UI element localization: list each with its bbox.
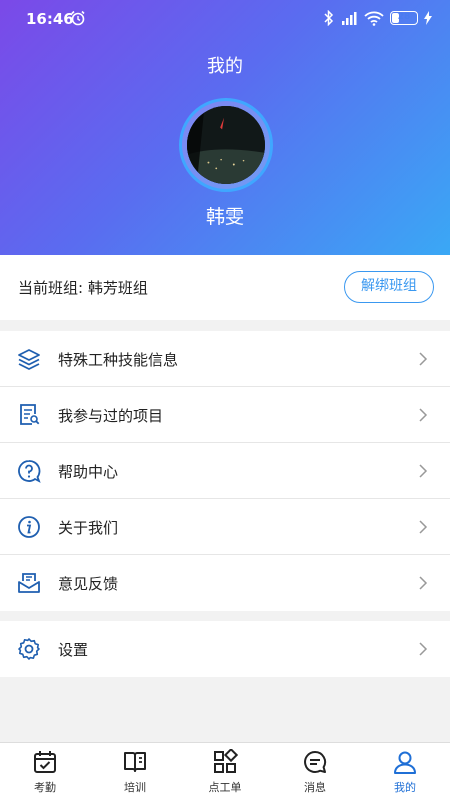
unbind-group-button[interactable]: 解绑班组 — [344, 271, 434, 303]
tab-label: 消息 — [304, 781, 326, 794]
battery-level: 28 — [397, 12, 411, 22]
chat-icon — [304, 750, 327, 773]
user-name: 韩雯 — [205, 206, 244, 228]
info-icon — [18, 516, 40, 538]
tab-label: 培训 — [124, 781, 146, 794]
menu-item-label: 特殊工种技能信息 — [58, 351, 179, 369]
menu-item-label: 帮助中心 — [58, 463, 119, 481]
menu-group-primary: 特殊工种技能信息 我参与过的项目 帮助中心 关于我们 意见反馈 — [0, 331, 450, 611]
chevron-right-icon — [419, 520, 428, 534]
tab-label: 我的 — [394, 781, 416, 794]
menu-item-label: 意见反馈 — [58, 575, 119, 593]
tab-messages[interactable]: 消息 — [270, 743, 360, 800]
cellular-signal-icon — [342, 12, 357, 25]
tab-work-order[interactable]: 点工单 — [180, 743, 270, 800]
gear-icon — [18, 638, 40, 660]
book-icon — [124, 752, 146, 772]
alarm-icon — [71, 10, 85, 26]
calendar-check-icon — [34, 751, 56, 773]
current-group-label: 当前班组: 韩芳班组 — [18, 279, 148, 297]
menu-item-special-skills[interactable]: 特殊工种技能信息 — [0, 331, 450, 387]
chevron-right-icon — [419, 352, 428, 366]
help-icon — [18, 460, 41, 483]
document-search-icon — [20, 404, 40, 425]
chevron-right-icon — [419, 464, 428, 478]
status-icons: 28 — [324, 9, 432, 27]
status-time: 16:46 — [26, 10, 74, 28]
avatar-image — [187, 106, 265, 184]
chevron-right-icon — [419, 576, 428, 590]
menu-item-help-center[interactable]: 帮助中心 — [0, 443, 450, 499]
battery-indicator: 28 — [390, 11, 418, 25]
page-title: 我的 — [207, 56, 243, 77]
avatar[interactable] — [179, 98, 273, 192]
chevron-right-icon — [419, 642, 428, 656]
grid-icon — [214, 749, 238, 773]
charging-icon — [424, 11, 432, 25]
chevron-right-icon — [419, 408, 428, 422]
menu-item-label: 关于我们 — [58, 519, 119, 537]
menu-item-label: 我参与过的项目 — [58, 407, 164, 425]
tab-label: 考勤 — [34, 781, 56, 794]
menu-item-label: 设置 — [58, 641, 89, 659]
bottom-tab-bar: 考勤 培训 点工单 消息 我的 — [0, 742, 450, 800]
tab-training[interactable]: 培训 — [90, 743, 180, 800]
menu-item-about-us[interactable]: 关于我们 — [0, 499, 450, 555]
menu-item-my-projects[interactable]: 我参与过的项目 — [0, 387, 450, 443]
tab-label: 点工单 — [208, 781, 242, 794]
avatar-photo — [187, 106, 265, 184]
tab-mine[interactable]: 我的 — [360, 743, 450, 800]
menu-item-settings[interactable]: 设置 — [0, 621, 450, 677]
profile-header: 16:46 28 我的 韩雯 — [0, 0, 450, 255]
status-bar: 16:46 28 — [0, 0, 450, 36]
menu-group-secondary: 设置 — [0, 621, 450, 677]
current-group-row: 当前班组: 韩芳班组 解绑班组 — [0, 255, 450, 320]
tab-attendance[interactable]: 考勤 — [0, 743, 90, 800]
user-icon — [394, 751, 416, 774]
bluetooth-icon — [324, 10, 334, 26]
menu-item-feedback[interactable]: 意见反馈 — [0, 555, 450, 611]
wifi-icon — [364, 11, 384, 26]
layers-icon — [18, 349, 40, 370]
feedback-icon — [18, 573, 40, 593]
